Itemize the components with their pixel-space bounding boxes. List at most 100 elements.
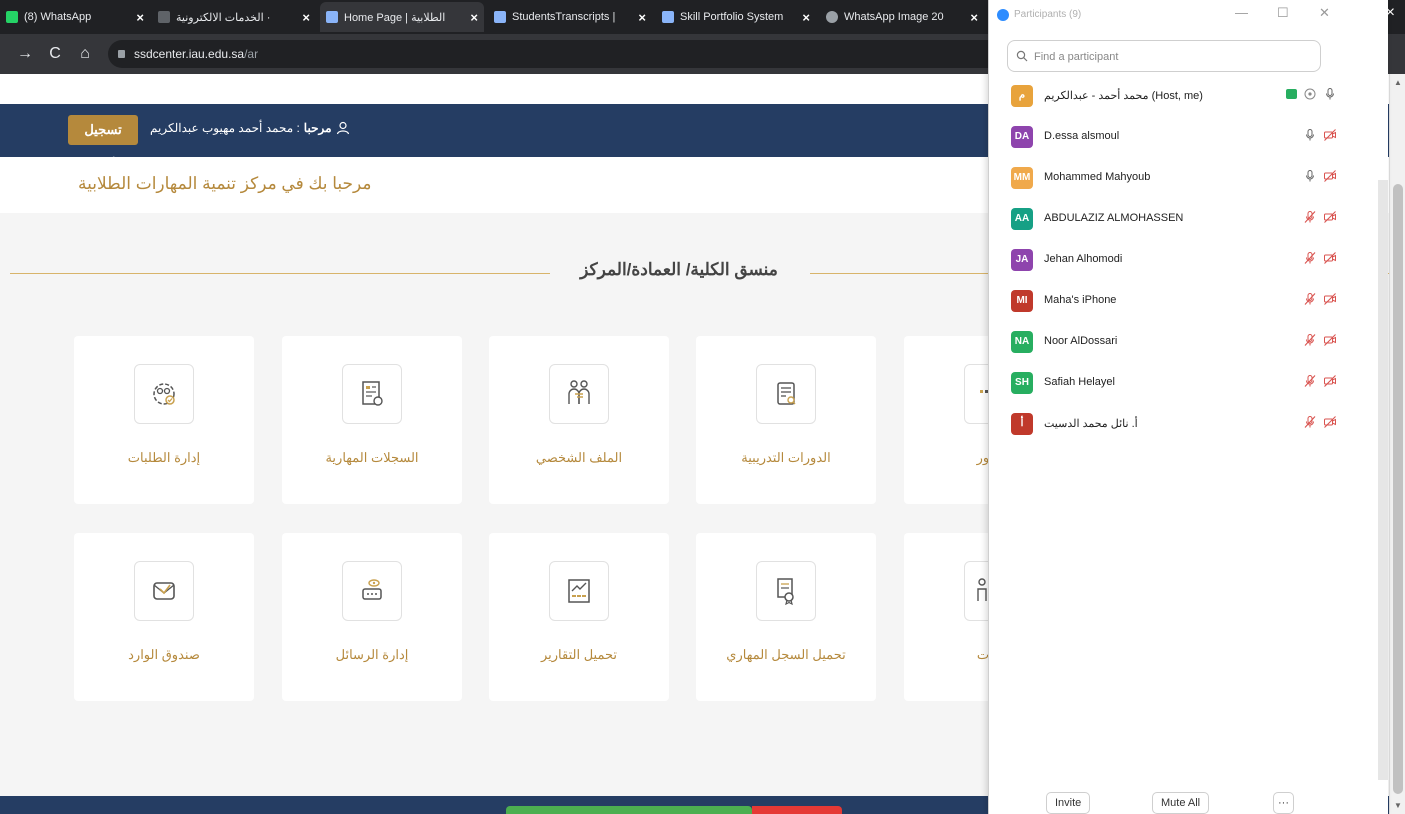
participant-status-icons — [1303, 169, 1337, 183]
search-icon — [1016, 50, 1028, 62]
scroll-up-icon[interactable]: ▲ — [1394, 78, 1402, 87]
video-off-icon[interactable] — [1323, 210, 1337, 224]
participant-status-icons — [1303, 251, 1337, 265]
tab-skill-portfolio[interactable]: Skill Portfolio System × — [656, 4, 816, 30]
participant-name: ABDULAZIZ ALMOHASSEN — [1044, 212, 1184, 224]
search-input[interactable] — [1034, 47, 1314, 67]
card-inbox[interactable]: صندوق الوارد — [74, 533, 254, 701]
avatar: م — [1011, 85, 1033, 107]
tab-close-icon[interactable]: × — [794, 10, 810, 25]
card-label: إدارة الطلبات — [127, 450, 201, 465]
footer-green-bar — [506, 806, 752, 814]
video-off-icon[interactable] — [1323, 333, 1337, 347]
card-download-reports[interactable]: تحميل التقارير — [489, 533, 669, 701]
video-off-icon[interactable] — [1323, 169, 1337, 183]
card-label: الملف الشخصي — [535, 450, 623, 465]
mute-all-button[interactable]: Mute All — [1152, 792, 1210, 814]
avatar: AA — [1011, 208, 1033, 230]
participant-row[interactable]: JA Jehan Alhomodi — [989, 240, 1389, 280]
minimize-icon[interactable]: — — [1235, 5, 1248, 20]
mic-muted-icon[interactable] — [1303, 210, 1317, 224]
participant-row[interactable]: AA ABDULAZIZ ALMOHASSEN — [989, 199, 1389, 239]
invite-button[interactable]: Invite — [1046, 792, 1091, 814]
card-skill-records[interactable]: السجلات المهارية — [282, 336, 462, 504]
card-manage-messages[interactable]: إدارة الرسائل — [282, 533, 462, 701]
zoom-logo-icon — [997, 9, 1009, 21]
logout-button[interactable]: تسجيل خروج — [68, 115, 138, 167]
certificate-ribbon-icon — [756, 561, 816, 621]
card-profile[interactable]: الملف الشخصي — [489, 336, 669, 504]
document-icon — [662, 11, 674, 23]
tab-close-icon[interactable]: × — [462, 10, 478, 25]
card-training-courses[interactable]: الدورات التدريبية — [696, 336, 876, 504]
participant-row[interactable]: MM Mohammed Mahyoub — [989, 158, 1389, 198]
address-host: ssdcenter.iau.edu.sa — [134, 47, 245, 61]
participant-row[interactable]: أ أ. نائل محمد الدسيت — [989, 404, 1389, 444]
screen: (8) WhatsApp × الخدمات الالكترونية · × H… — [0, 0, 1405, 814]
avatar: أ — [1011, 413, 1033, 435]
participant-name: أ. نائل محمد الدسيت — [1044, 418, 1138, 430]
participant-name: محمد أحمد - عبدالكريم (Host, me) — [1044, 90, 1203, 102]
more-options-button[interactable]: ··· — [1273, 792, 1294, 814]
tab-eservices[interactable]: الخدمات الالكترونية · × — [152, 4, 316, 30]
mic-muted-icon[interactable] — [1303, 333, 1317, 347]
mic-muted-icon[interactable] — [1303, 415, 1317, 429]
whatsapp-icon — [6, 11, 18, 23]
participant-status-icons — [1303, 415, 1337, 429]
video-off-icon[interactable] — [1323, 415, 1337, 429]
video-off-icon[interactable] — [1323, 251, 1337, 265]
tab-whatsapp-image[interactable]: WhatsApp Image 20 × — [820, 4, 984, 30]
card-label: الدورات التدريبية — [741, 450, 831, 465]
tab-close-icon[interactable]: × — [962, 10, 978, 25]
site-favicon-icon — [158, 11, 170, 23]
divider-left — [10, 273, 550, 274]
mic-icon[interactable] — [1303, 128, 1317, 142]
avatar: JA — [1011, 249, 1033, 271]
mic-muted-icon[interactable] — [1303, 292, 1317, 306]
participant-row[interactable]: DA D.essa alsmoul — [989, 117, 1389, 157]
record-icon[interactable] — [1303, 87, 1317, 101]
mic-muted-icon[interactable] — [1303, 251, 1317, 265]
participant-row[interactable]: MI Maha's iPhone — [989, 281, 1389, 321]
tab-students-transcripts[interactable]: StudentsTranscripts | × — [488, 4, 652, 30]
page-scrollbar[interactable]: ▲ ▼ — [1389, 74, 1405, 814]
video-off-icon[interactable] — [1323, 128, 1337, 142]
participant-status-icons — [1303, 128, 1337, 142]
reports-chart-icon — [549, 561, 609, 621]
video-off-icon[interactable] — [1323, 292, 1337, 306]
footer-red-bar — [752, 806, 842, 814]
card-manage-requests[interactable]: إدارة الطلبات — [74, 336, 254, 504]
document-icon — [494, 11, 506, 23]
mic-muted-icon[interactable] — [1303, 374, 1317, 388]
participant-search — [1007, 40, 1321, 72]
close-icon[interactable]: ✕ — [1319, 5, 1330, 21]
mic-icon[interactable] — [1323, 87, 1337, 101]
welcome-name: : محمد أحمد مهيوب عبدالكريم — [150, 121, 300, 135]
profile-users-icon — [549, 364, 609, 424]
forward-arrow-icon[interactable]: → — [14, 43, 36, 65]
participant-row[interactable]: SH Safiah Helayel — [989, 363, 1389, 403]
tab-close-icon[interactable]: × — [128, 10, 144, 25]
greeting-text: مرحبا بك في مركز تنمية المهارات الطلابية — [78, 174, 372, 193]
tab-close-icon[interactable]: × — [294, 10, 310, 25]
tab-whatsapp[interactable]: (8) WhatsApp × — [0, 4, 150, 30]
participant-name: D.essa alsmoul — [1044, 130, 1120, 142]
scrollbar-thumb[interactable] — [1393, 184, 1403, 794]
participant-row[interactable]: NA Noor AlDossari — [989, 322, 1389, 362]
participant-row[interactable]: م محمد أحمد - عبدالكريم (Host, me) — [989, 76, 1389, 116]
mic-icon[interactable] — [1303, 169, 1317, 183]
participant-status-icons — [1303, 292, 1337, 306]
tab-home-page[interactable]: Home Page | الطلابية × — [320, 2, 484, 32]
maximize-icon[interactable]: ☐ — [1277, 5, 1289, 21]
avatar: MI — [1011, 290, 1033, 312]
scroll-down-icon[interactable]: ▼ — [1394, 801, 1402, 810]
zoom-scrollbar[interactable] — [1378, 180, 1388, 780]
lock-icon — [118, 50, 125, 58]
video-off-icon[interactable] — [1323, 374, 1337, 388]
tab-close-icon[interactable]: × — [630, 10, 646, 25]
globe-icon — [826, 11, 838, 23]
card-label: إدارة الرسائل — [335, 647, 409, 662]
card-download-skill-record[interactable]: تحميل السجل المهاري — [696, 533, 876, 701]
home-icon[interactable]: ⌂ — [74, 43, 96, 65]
reload-icon[interactable]: C — [44, 43, 66, 65]
